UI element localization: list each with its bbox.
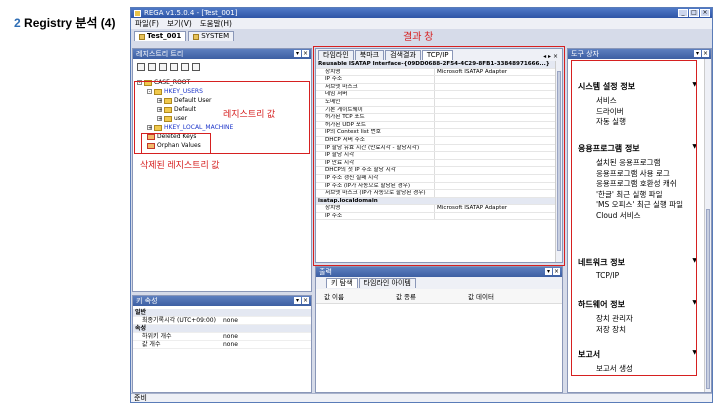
pane-title: 레지스트리 트리	[136, 50, 184, 58]
prop-row: 값 개수 none	[133, 341, 311, 349]
output-columns: 값 이름 값 종류 값 데이터	[316, 289, 562, 304]
close-icon[interactable]: ×	[553, 268, 560, 275]
scroll-thumb[interactable]	[706, 209, 710, 389]
tab-timeline-item[interactable]: 타임라인 아이템	[358, 278, 416, 288]
heading-number: 2	[14, 16, 21, 30]
minimize-icon[interactable]: _	[678, 9, 688, 17]
prop-value: none	[223, 333, 238, 340]
pane-header: 키 속성 ▾ ×	[133, 296, 311, 306]
prop-key: 하위키 개수	[142, 333, 172, 340]
prop-value: none	[223, 341, 238, 348]
checkbox-icon[interactable]	[137, 63, 145, 71]
pin-icon[interactable]: ▾	[545, 268, 552, 275]
status-text: 준비	[134, 394, 147, 402]
pane-header: 레지스트리 트리 ▾ ×	[133, 49, 311, 59]
prop-value: none	[223, 317, 238, 324]
col-value-type[interactable]: 값 종류	[396, 291, 468, 301]
close-icon[interactable]: ×	[302, 50, 309, 57]
uncheck-icon[interactable]	[148, 63, 156, 71]
prop-row: 최종기록시각 (UTC+09:00) none	[133, 317, 311, 325]
tree-toolbar	[133, 59, 311, 75]
pin-icon[interactable]: ▾	[294, 50, 301, 57]
prop-key: 최종기록시각 (UTC+09:00)	[142, 317, 216, 324]
annotation-result-window: 결과 창	[403, 32, 434, 43]
pane-title: 키 속성	[136, 297, 158, 305]
pane-title: 출력	[319, 268, 332, 276]
prop-key: 값 개수	[142, 341, 161, 348]
col-value-name[interactable]: 값 이름	[324, 291, 396, 301]
close-icon[interactable]: ×	[700, 9, 710, 17]
app-icon	[134, 9, 141, 17]
doc-tab-system[interactable]: SYSTEM	[188, 31, 235, 41]
window-title: REGA v1.5.0.4 - [Test_001]	[144, 9, 238, 17]
menu-file[interactable]: 파일(F)	[135, 18, 159, 29]
prop-section: 일반	[133, 309, 311, 317]
annotation-box-toolbox	[571, 60, 697, 376]
annotation-box-result	[313, 46, 565, 266]
menu-help[interactable]: 도움말(H)	[200, 18, 232, 29]
maximize-icon[interactable]: □	[689, 9, 699, 17]
export-icon[interactable]	[181, 63, 189, 71]
search-icon[interactable]	[159, 63, 167, 71]
prop-key: 속성	[135, 325, 147, 332]
key-properties-grid: 일반 최종기록시각 (UTC+09:00) none 속성 하위키 개수 none …	[133, 306, 311, 349]
pin-icon[interactable]: ▾	[294, 297, 301, 304]
bookmark-icon[interactable]	[170, 63, 178, 71]
pane-header: 출력 ▾ ×	[316, 267, 562, 277]
doc-tab-test001[interactable]: Test_001	[134, 31, 187, 41]
rega-window: REGA v1.5.0.4 - [Test_001] _ □ × 파일(F) 보…	[130, 7, 713, 403]
refresh-icon[interactable]	[192, 63, 200, 71]
tab-key-explore[interactable]: 키 탐색	[326, 278, 358, 288]
heading-title: Registry 분석 (4)	[20, 16, 116, 30]
pane-header: 도구 상자 ▾ ×	[568, 49, 711, 59]
close-icon[interactable]: ×	[302, 297, 309, 304]
title-bar: REGA v1.5.0.4 - [Test_001] _ □ ×	[131, 8, 712, 18]
toolbox-scrollbar[interactable]	[704, 59, 711, 392]
window-buttons: _ □ ×	[678, 9, 712, 17]
key-properties-pane: 키 속성 ▾ × 일반 최종기록시각 (UTC+09:00) none 속성 하위키 …	[132, 295, 312, 393]
prop-key: 일반	[135, 309, 147, 316]
menu-view[interactable]: 보기(V)	[167, 18, 192, 29]
doc-tab-label: Test_001	[147, 32, 182, 40]
doc-tab-label: SYSTEM	[201, 32, 230, 40]
close-icon[interactable]: ×	[702, 50, 709, 57]
annotation-deleted-value: 삭제된 레지스트리 값	[140, 160, 220, 170]
output-pane: 출력 ▾ × 키 탐색 타임라인 아이템 값 이름 값 종류 값 데이터	[315, 266, 563, 393]
prop-section: 속성	[133, 325, 311, 333]
col-value-data[interactable]: 값 데이터	[468, 291, 494, 301]
annotation-box-deleted-values	[141, 133, 211, 154]
folder-icon	[193, 33, 200, 40]
slide-heading: 2 Registry 분석 (4)	[14, 14, 115, 31]
folder-icon	[139, 33, 145, 40]
pin-icon[interactable]: ▾	[694, 50, 701, 57]
pane-title: 도구 상자	[571, 50, 599, 58]
output-tabs: 키 탐색 타임라인 아이템	[316, 277, 562, 289]
annotation-registry-value: 레지스트리 값	[223, 109, 276, 119]
prop-row: 하위키 개수 none	[133, 333, 311, 341]
status-bar: 준비	[131, 393, 712, 402]
